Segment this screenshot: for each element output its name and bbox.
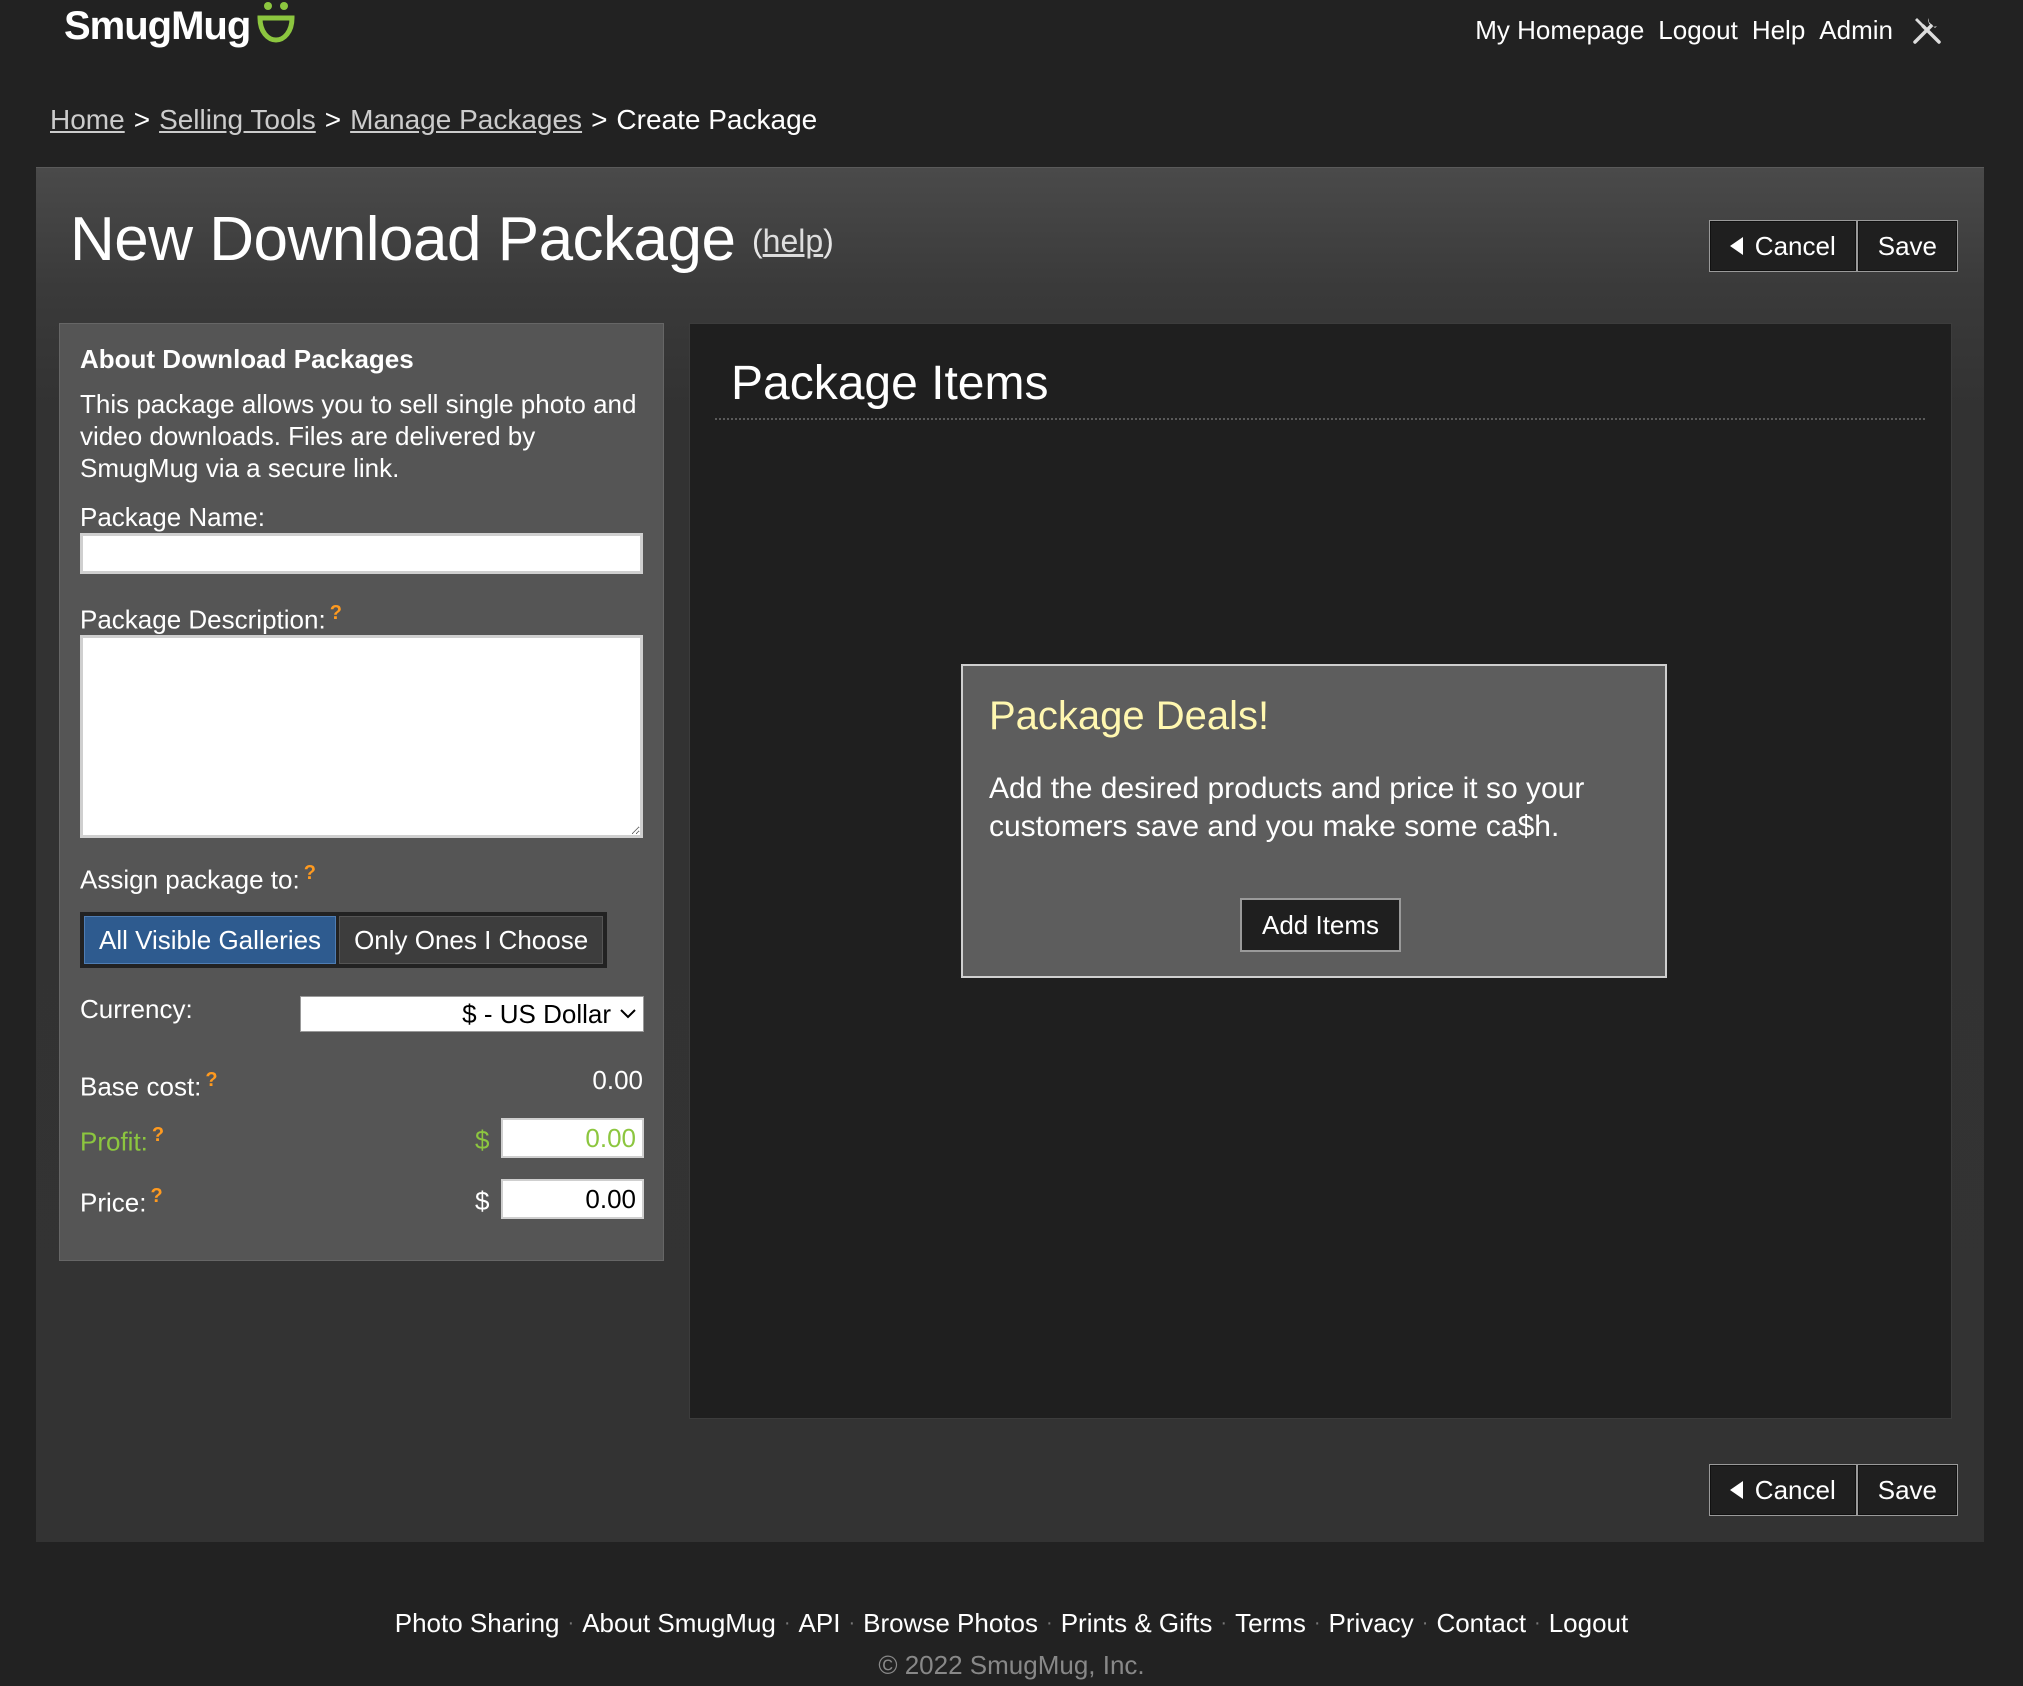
help-question-icon[interactable]: ? [304, 862, 316, 884]
assign-all-visible-galleries[interactable]: All Visible Galleries [84, 916, 337, 964]
save-button-bottom[interactable]: Save [1856, 1464, 1958, 1516]
help-question-icon[interactable]: ? [152, 1124, 164, 1146]
package-deals-box: Package Deals! Add the desired products … [961, 664, 1667, 978]
help-question-icon[interactable]: ? [205, 1069, 217, 1091]
assign-label-row: Assign package to:? [80, 862, 316, 896]
breadcrumb-separator: > [591, 104, 608, 135]
package-description-label: Package Description: [80, 604, 326, 635]
footer-about-smugmug[interactable]: About SmugMug [582, 1608, 776, 1639]
breadcrumb-current: Create Package [616, 104, 818, 135]
assign-label: Assign package to: [80, 864, 300, 895]
price-label-row: Price:? [80, 1185, 163, 1219]
breadcrumb-selling-tools[interactable]: Selling Tools [159, 104, 316, 136]
copyright: © 2022 SmugMug, Inc. [878, 1650, 1145, 1680]
package-name-input[interactable] [80, 533, 643, 574]
footer-contact[interactable]: Contact [1436, 1608, 1526, 1639]
footer-separator: · [1046, 1612, 1053, 1634]
help-link[interactable]: help [763, 223, 824, 259]
sidebar-description: This package allows you to sell single p… [80, 389, 637, 483]
breadcrumb-separator: > [133, 104, 151, 135]
save-label: Save [1877, 1474, 1937, 1505]
footer-terms[interactable]: Terms [1235, 1608, 1306, 1639]
footer-links: Photo Sharing · About SmugMug · API · Br… [0, 1608, 2023, 1639]
price-input[interactable]: 0.00 [501, 1179, 644, 1219]
save-button-top[interactable]: Save [1856, 220, 1958, 272]
base-cost-value: 0.00 [592, 1065, 643, 1095]
footer-logout[interactable]: Logout [1549, 1608, 1629, 1639]
footer-api[interactable]: API [799, 1608, 841, 1639]
back-arrow-icon [1729, 237, 1743, 255]
currency-selected-value: $ - US Dollar [462, 998, 611, 1029]
profit-label-row: Profit:? [80, 1124, 164, 1158]
tools-icon[interactable] [1911, 14, 1943, 46]
base-cost-label: Base cost: [80, 1071, 202, 1102]
about-packages-sidebar: About Download Packages This package all… [59, 323, 664, 1261]
currency-label: Currency: [80, 994, 193, 1024]
footer-privacy[interactable]: Privacy [1329, 1608, 1414, 1639]
footer-separator: · [1534, 1612, 1541, 1634]
package-items-panel: Package Items Package Deals! Add the des… [689, 323, 1952, 1419]
help-paren-open: ( [752, 223, 763, 259]
main-panel: New Download Package (help) Cancel Save … [36, 167, 1984, 1542]
help-question-icon[interactable]: ? [330, 602, 342, 624]
breadcrumb-home[interactable]: Home [50, 104, 125, 136]
profit-input[interactable]: 0.00 [501, 1118, 644, 1158]
nav-help[interactable]: Help [1752, 15, 1805, 46]
help-question-icon[interactable]: ? [150, 1185, 162, 1207]
top-action-buttons: Cancel Save [1708, 220, 1958, 272]
help-link-wrapper: (help) [752, 223, 834, 260]
page-title: New Download Package [70, 205, 736, 274]
price-currency-symbol: $ [475, 1186, 490, 1216]
nav-logout[interactable]: Logout [1658, 15, 1738, 46]
profit-label: Profit: [80, 1126, 148, 1157]
footer-separator: · [567, 1612, 575, 1634]
profit-currency-symbol: $ [475, 1125, 490, 1155]
sidebar-heading: About Download Packages [80, 344, 414, 374]
help-paren-close: ) [823, 223, 834, 259]
footer-separator: · [848, 1612, 856, 1634]
chevron-down-icon [620, 1009, 636, 1019]
cancel-label: Cancel [1754, 230, 1836, 261]
add-items-button[interactable]: Add Items [1240, 898, 1402, 952]
cancel-button-bottom[interactable]: Cancel [1708, 1464, 1857, 1516]
footer-prints-gifts[interactable]: Prints & Gifts [1061, 1608, 1213, 1639]
footer-browse-photos[interactable]: Browse Photos [863, 1608, 1038, 1639]
package-description-textarea[interactable] [80, 635, 643, 838]
top-header: SmugMug My Homepage Logout Help Admin [0, 0, 2023, 70]
logo-text: SmugMug [64, 4, 251, 48]
footer-separator: · [783, 1612, 791, 1634]
divider [715, 418, 1925, 420]
footer-separator: · [1220, 1612, 1228, 1634]
save-label: Save [1877, 230, 1937, 261]
breadcrumb: Home > Selling Tools > Manage Packages >… [50, 104, 817, 136]
price-label: Price: [80, 1187, 147, 1218]
package-deals-title: Package Deals! [989, 694, 1270, 738]
currency-select[interactable]: $ - US Dollar [300, 996, 644, 1032]
smugmug-logo[interactable]: SmugMug [64, 1, 296, 49]
bottom-action-buttons: Cancel Save [1708, 1464, 1958, 1516]
breadcrumb-manage-packages[interactable]: Manage Packages [350, 104, 582, 136]
back-arrow-icon [1729, 1481, 1743, 1499]
footer-separator: · [1421, 1612, 1429, 1634]
top-nav: My Homepage Logout Help Admin [1475, 14, 1943, 46]
nav-my-homepage[interactable]: My Homepage [1475, 15, 1644, 46]
base-cost-label-row: Base cost:? [80, 1069, 218, 1103]
package-deals-text: Add the desired products and price it so… [989, 772, 1585, 843]
cancel-button-top[interactable]: Cancel [1708, 220, 1857, 272]
nav-admin[interactable]: Admin [1819, 15, 1893, 46]
footer-photo-sharing[interactable]: Photo Sharing [395, 1608, 560, 1639]
package-description-label-row: Package Description:? [80, 602, 342, 636]
smile-logo-icon [257, 1, 295, 43]
assign-segmented-control: All Visible Galleries Only Ones I Choose [80, 912, 608, 968]
footer-separator: · [1313, 1612, 1321, 1634]
assign-only-ones-i-choose[interactable]: Only Ones I Choose [339, 916, 604, 964]
breadcrumb-separator: > [324, 104, 342, 135]
package-items-title: Package Items [731, 357, 1049, 410]
package-name-label: Package Name: [80, 502, 265, 532]
cancel-label: Cancel [1754, 1474, 1836, 1505]
